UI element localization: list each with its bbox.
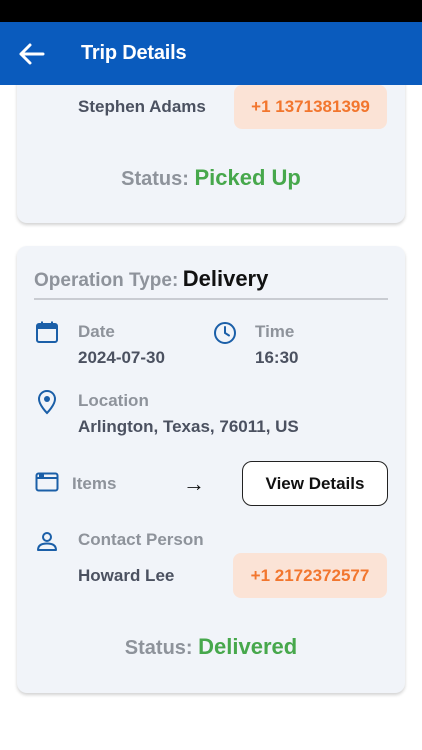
contact-phone-button[interactable]: +1 2172372577 [233, 553, 387, 598]
status-value: Picked Up [194, 165, 301, 190]
date-value: 2024-07-30 [78, 348, 165, 367]
delivery-operation-card: Operation Type: Delivery Date 2024-07-30… [17, 246, 405, 693]
time-value: 16:30 [255, 348, 299, 367]
location-value: Arlington, Texas, 76011, US [78, 417, 299, 436]
page-title: Trip Details [81, 42, 187, 64]
date-label: Date [78, 322, 115, 341]
contact-phone-button[interactable]: +1 1371381399 [234, 85, 387, 129]
calendar-icon [36, 321, 58, 343]
arrow-right-icon: → [183, 471, 205, 496]
person-icon [37, 532, 57, 551]
status-label: Status: [124, 637, 193, 659]
operation-type-value: Delivery [182, 266, 269, 291]
view-details-button[interactable]: View Details [242, 461, 388, 506]
location-label: Location [78, 391, 149, 410]
arrow-left-icon [19, 43, 45, 65]
contact-person-name: Stephen Adams [78, 97, 206, 116]
pickup-operation-card: Stephen Adams +1 1371381399 Status: Pick… [17, 85, 405, 223]
operation-type-label: Operation Type: [34, 270, 179, 291]
operation-type: Operation Type: Delivery [34, 266, 268, 292]
time-label: Time [255, 322, 295, 341]
back-button[interactable] [16, 40, 46, 68]
status-label: Status: [121, 168, 189, 190]
contact-person-name: Howard Lee [78, 566, 175, 585]
items-window-icon [35, 472, 59, 492]
delivery-status: Status: Delivered [17, 634, 405, 660]
app-bar: Trip Details [0, 22, 422, 85]
items-label: Items [72, 474, 117, 493]
status-value: Delivered [198, 634, 298, 659]
system-status-bar [0, 0, 422, 22]
divider [34, 298, 388, 300]
trip-details-content[interactable]: Stephen Adams +1 1371381399 Status: Pick… [0, 85, 422, 750]
clock-icon [214, 322, 236, 344]
location-pin-icon [37, 389, 57, 415]
contact-person-label: Contact Person [78, 530, 204, 549]
pickup-status: Status: Picked Up [17, 165, 405, 191]
